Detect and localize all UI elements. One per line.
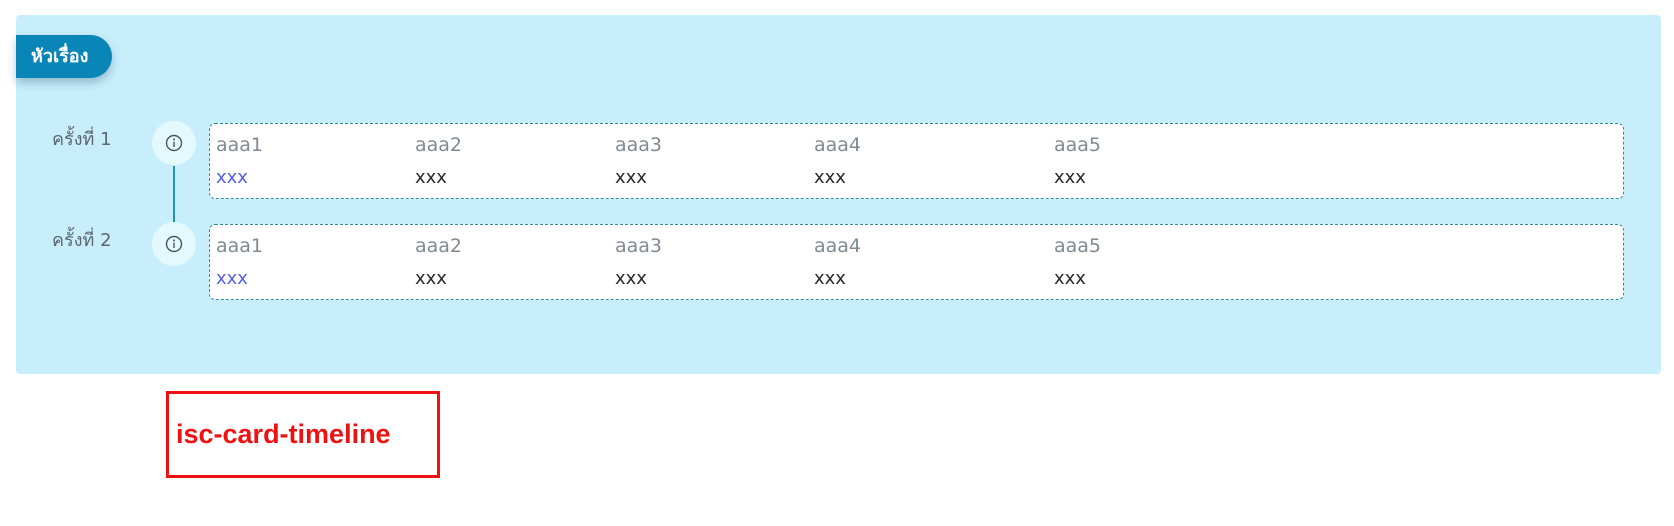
field-label: aaa5 [1054, 134, 1102, 156]
field-label: aaa5 [1054, 235, 1102, 257]
round-label-1: ครั้งที่ 1 [52, 129, 112, 150]
field-label: aaa1 [216, 134, 264, 156]
field-value-link[interactable]: xxx [216, 167, 248, 188]
field-value: xxx [415, 167, 447, 188]
timeline-row-1: aaa1 xxx aaa2 xxx aaa3 xxx aaa4 xxx aaa5… [209, 123, 1624, 199]
timeline-row-2: aaa1 xxx aaa2 xxx aaa3 xxx aaa4 xxx aaa5… [209, 224, 1624, 300]
field-value: xxx [814, 167, 846, 188]
field-label: aaa2 [415, 134, 463, 156]
field-value: xxx [615, 167, 647, 188]
component-caption-box: isc-card-timeline [166, 391, 440, 478]
field-label: aaa4 [814, 134, 862, 156]
card-title: หัวเรื่อง [16, 35, 112, 78]
field-label: aaa3 [615, 235, 663, 257]
component-caption: isc-card-timeline [176, 419, 391, 449]
field-value: xxx [1054, 167, 1086, 188]
field-value: xxx [1054, 268, 1086, 289]
field-label: aaa2 [415, 235, 463, 257]
timeline-connector [173, 166, 175, 222]
info-circle-icon[interactable] [152, 222, 196, 266]
field-value: xxx [415, 268, 447, 289]
round-label-2: ครั้งที่ 2 [52, 230, 112, 251]
field-label: aaa3 [615, 134, 663, 156]
field-label: aaa4 [814, 235, 862, 257]
field-label: aaa1 [216, 235, 264, 257]
info-circle-icon[interactable] [152, 121, 196, 165]
field-value: xxx [615, 268, 647, 289]
field-value: xxx [814, 268, 846, 289]
field-value-link[interactable]: xxx [216, 268, 248, 289]
